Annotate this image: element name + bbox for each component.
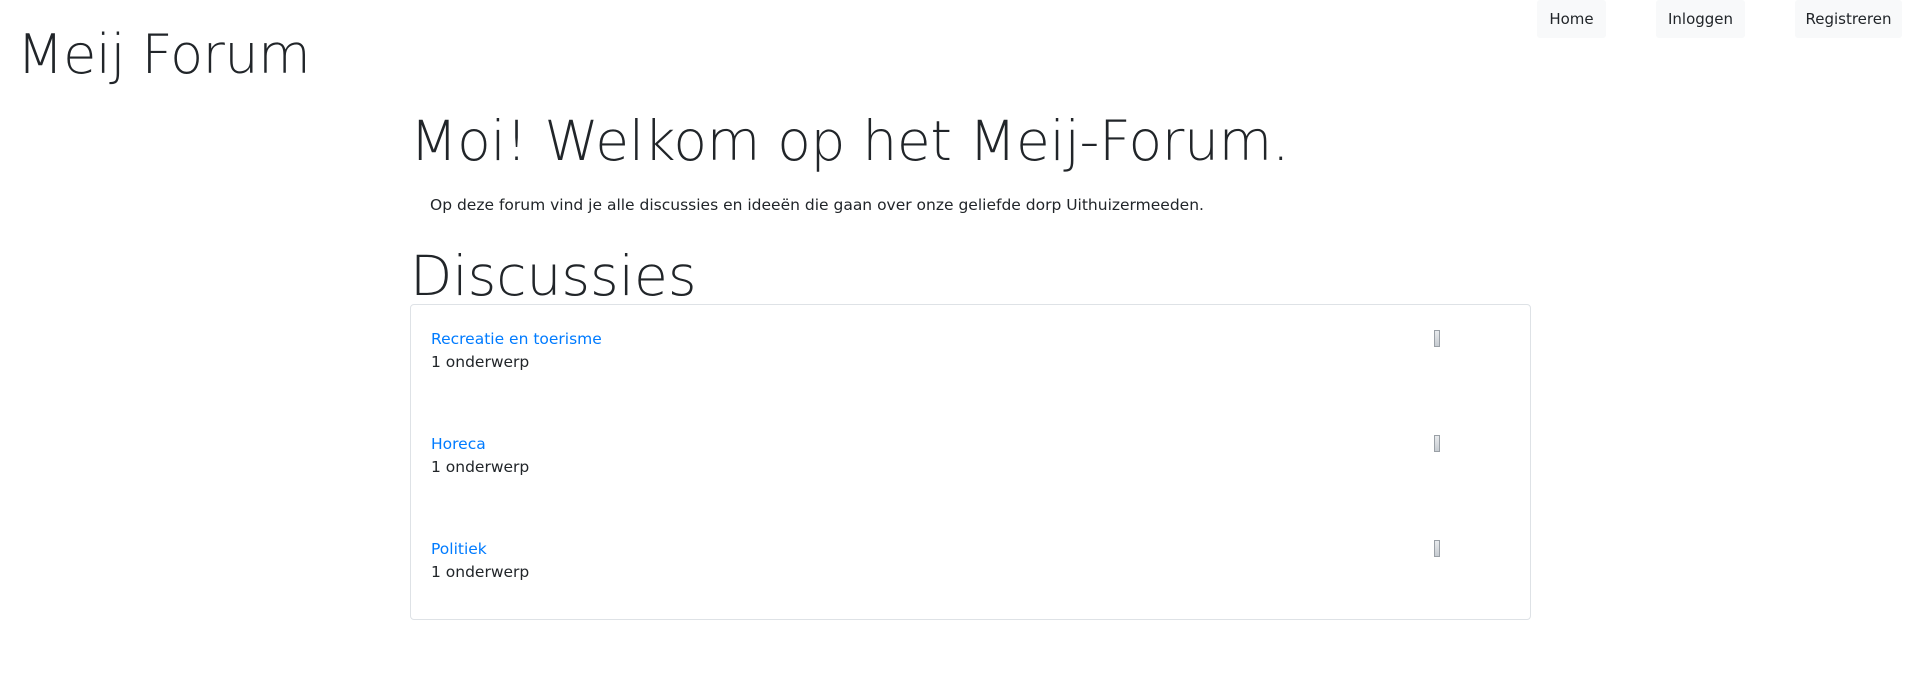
discussion-count: 1 onderwerp [431,353,530,371]
discussion-link-horeca[interactable]: Horeca [431,433,1511,455]
discussion-link-politiek[interactable]: Politiek [431,538,1511,560]
discussion-link-recreatie[interactable]: Recreatie en toerisme [431,328,1511,350]
discussion-list: Recreatie en toerisme 1 onderwerp Horeca… [410,304,1531,620]
site-title: Meij Forum [17,23,311,86]
welcome-title: Moi! Welkom op het Meij-Forum. [410,109,1290,173]
broken-image-icon [1434,540,1440,557]
broken-image-icon [1434,435,1440,452]
discussion-item-horeca: Horeca 1 onderwerp [431,433,1511,493]
welcome-text: Op deze forum vind je alle discussies en… [430,196,1204,214]
discussion-count: 1 onderwerp [431,563,530,581]
discussion-count: 1 onderwerp [431,458,530,476]
discussions-heading: Discussies [410,244,697,308]
broken-image-icon [1434,330,1440,347]
nav-register-button[interactable]: Registreren [1795,0,1902,38]
discussion-item-recreatie: Recreatie en toerisme 1 onderwerp [431,328,1511,388]
discussion-item-politiek: Politiek 1 onderwerp [431,538,1511,598]
nav-login-button[interactable]: Inloggen [1656,0,1745,38]
nav-home-button[interactable]: Home [1537,0,1606,38]
